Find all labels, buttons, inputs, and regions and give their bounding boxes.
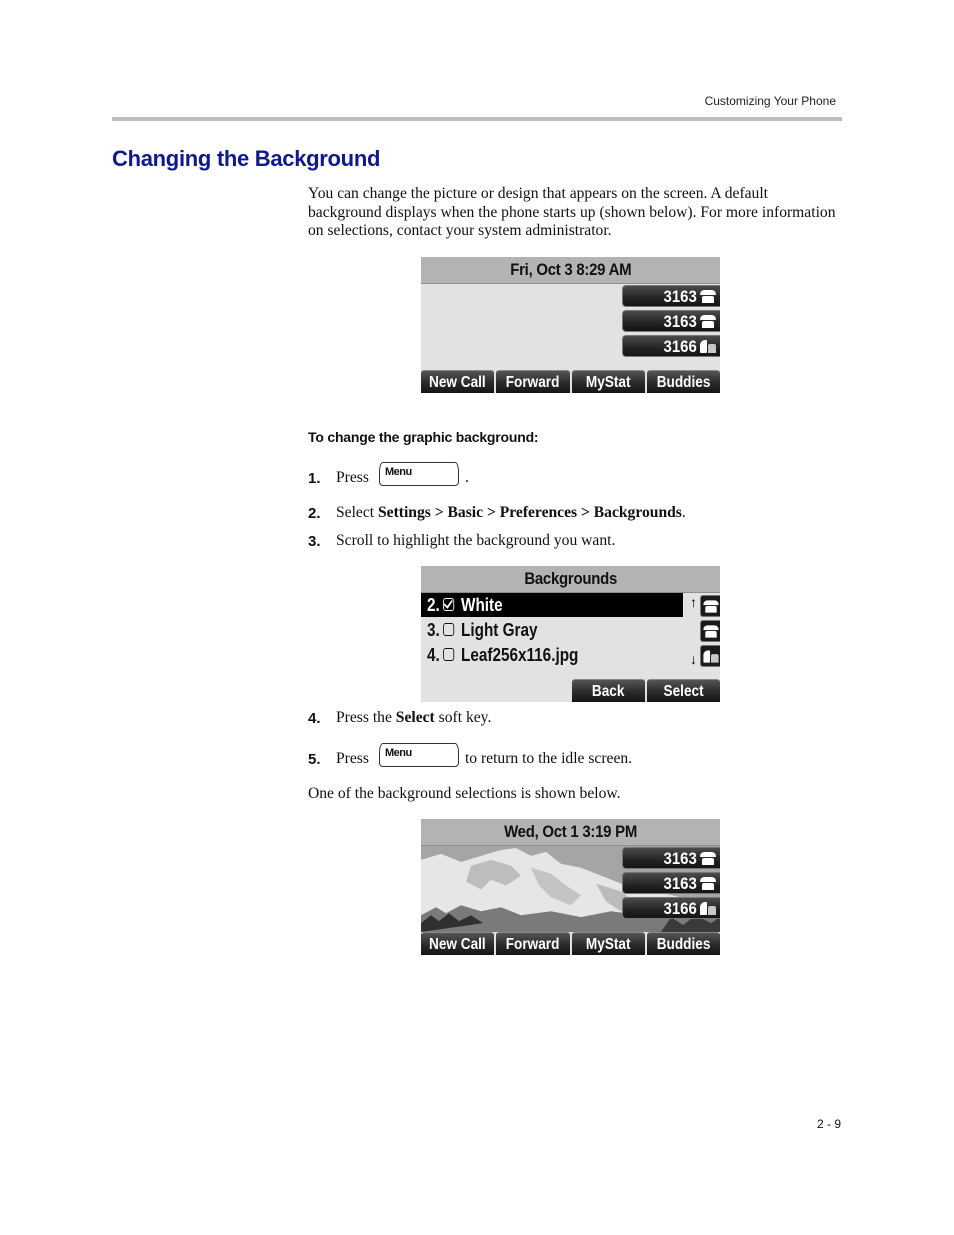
phone-screen-mountain: Wed, Oct 1 3:19 PM 3163 3163 3166 New Ca… bbox=[421, 819, 720, 955]
line-key[interactable]: 3163 bbox=[622, 310, 720, 332]
softkey-empty bbox=[496, 679, 569, 702]
phone-onhook-icon bbox=[703, 625, 719, 638]
phone-screen-backgrounds: Backgrounds 2. White 3. Light Gray 4. Leaf2… bbox=[421, 566, 720, 702]
status-bar: Wed, Oct 1 3:19 PM bbox=[421, 819, 720, 846]
checkbox-empty-icon bbox=[443, 623, 455, 636]
softkey-forward[interactable]: Forward bbox=[496, 370, 570, 393]
step-4: 4. Press the Select soft key. bbox=[308, 709, 492, 727]
phone-onhook-icon bbox=[700, 290, 716, 303]
phone-offhook-icon bbox=[700, 902, 716, 915]
line-key[interactable] bbox=[700, 595, 720, 617]
soft-keys: Back Select bbox=[421, 679, 720, 702]
datetime: Fri, Oct 3 8:29 AM bbox=[509, 260, 632, 279]
line-key[interactable] bbox=[700, 645, 720, 667]
step-1: 1. Press Menu . bbox=[308, 462, 469, 490]
list-item-white[interactable]: 2. White bbox=[421, 593, 683, 617]
status-bar: Fri, Oct 3 8:29 AM bbox=[421, 257, 720, 284]
step-3: 3. Scroll to highlight the background yo… bbox=[308, 532, 616, 550]
procedure-heading: To change the graphic background: bbox=[308, 429, 539, 445]
softkey-forward[interactable]: Forward bbox=[496, 932, 570, 955]
phone-screen-default: Fri, Oct 3 8:29 AM 3163 3163 3166 New Ca… bbox=[421, 257, 720, 393]
phone-offhook-icon bbox=[703, 650, 719, 663]
line-key[interactable]: 3166 bbox=[622, 897, 720, 919]
softkey-back[interactable]: Back bbox=[571, 679, 645, 702]
intro-paragraph: You can change the picture or design tha… bbox=[308, 185, 836, 239]
softkey-mystat[interactable]: MyStat bbox=[571, 370, 645, 393]
scroll-down-icon: ↓ bbox=[690, 651, 697, 667]
phone-offhook-icon bbox=[700, 340, 716, 353]
line-key[interactable]: 3163 bbox=[622, 872, 720, 894]
softkey-select[interactable]: Select bbox=[646, 679, 720, 702]
softkey-buddies[interactable]: Buddies bbox=[646, 932, 720, 955]
checkbox-empty-icon bbox=[443, 648, 455, 661]
scroll-up-icon: ↑ bbox=[690, 594, 697, 610]
header-rule bbox=[112, 117, 842, 121]
screen-title: Backgrounds bbox=[421, 566, 720, 593]
list-item-light-gray[interactable]: 3. Light Gray bbox=[421, 618, 683, 642]
running-head: Customizing Your Phone bbox=[704, 94, 836, 108]
line-key[interactable]: 3163 bbox=[622, 847, 720, 869]
softkey-new-call[interactable]: New Call bbox=[421, 932, 495, 955]
datetime: Wed, Oct 1 3:19 PM bbox=[504, 822, 637, 841]
soft-keys: New Call Forward MyStat Buddies bbox=[421, 370, 720, 393]
line-key[interactable] bbox=[700, 620, 720, 642]
page-number: 2 - 9 bbox=[816, 1117, 841, 1131]
select-key-name: Select bbox=[395, 709, 435, 726]
page-title: Changing the Background bbox=[112, 146, 381, 171]
line-key[interactable]: 3166 bbox=[622, 335, 720, 357]
softkey-empty bbox=[421, 679, 494, 702]
line-key[interactable]: 3163 bbox=[622, 285, 720, 307]
menu-key-icon: Menu bbox=[378, 743, 459, 767]
softkey-new-call[interactable]: New Call bbox=[421, 370, 495, 393]
step-2: 2. Select Settings > Basic > Preferences… bbox=[308, 504, 686, 522]
phone-onhook-icon bbox=[700, 315, 716, 328]
menu-path: Settings > Basic > Preferences > Backgro… bbox=[378, 504, 682, 521]
softkey-buddies[interactable]: Buddies bbox=[646, 370, 720, 393]
soft-keys: New Call Forward MyStat Buddies bbox=[421, 932, 720, 955]
softkey-mystat[interactable]: MyStat bbox=[571, 932, 645, 955]
after-text: One of the background selections is show… bbox=[308, 785, 621, 802]
checkbox-checked-icon bbox=[443, 598, 455, 611]
phone-onhook-icon bbox=[703, 600, 719, 613]
phone-onhook-icon bbox=[700, 877, 716, 890]
list-item-leaf[interactable]: 4. Leaf256x116.jpg bbox=[421, 643, 683, 667]
phone-onhook-icon bbox=[700, 852, 716, 865]
menu-key-icon: Menu bbox=[378, 462, 459, 486]
step-5: 5. Press Menu to return to the idle scre… bbox=[308, 743, 632, 771]
